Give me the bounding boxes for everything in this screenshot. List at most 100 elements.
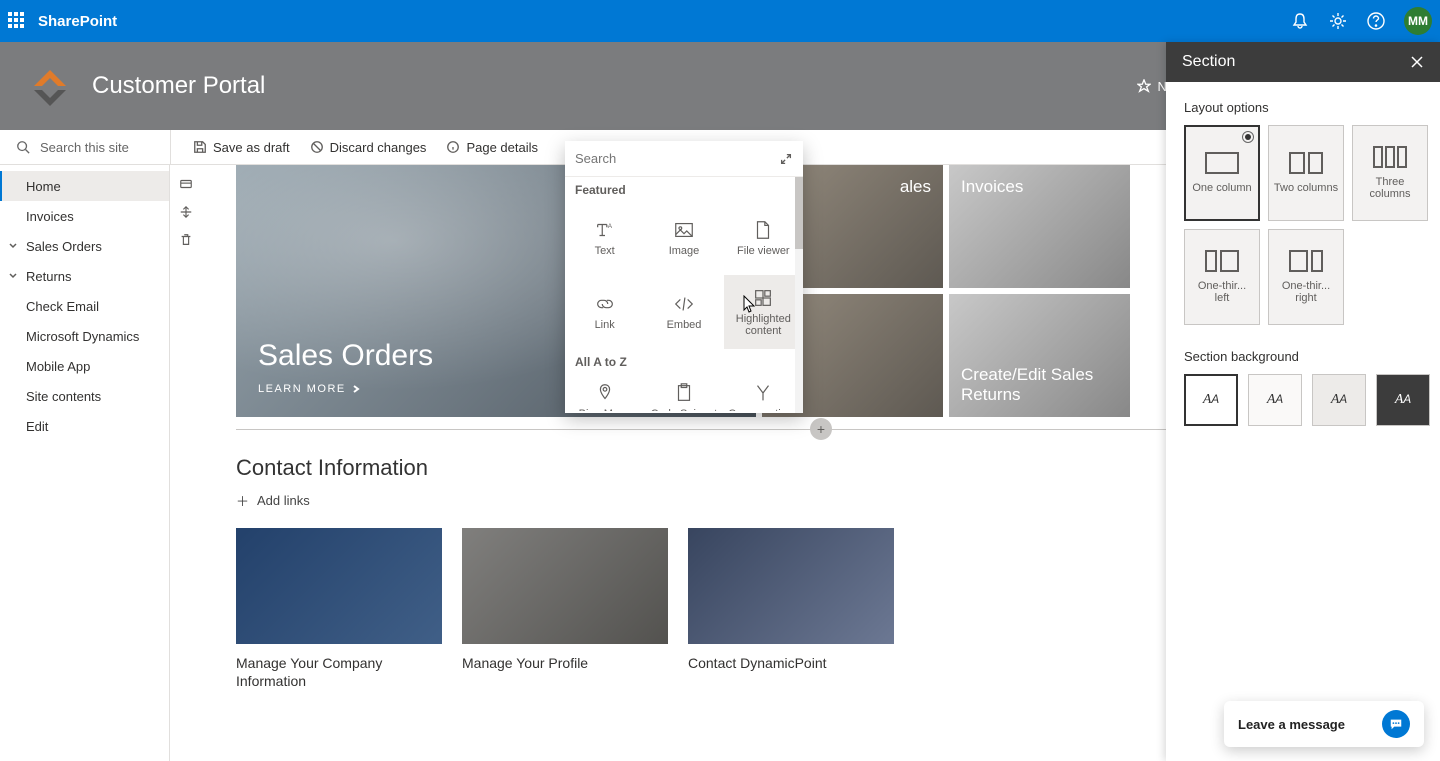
- picker-scrollbar-thumb[interactable]: [795, 177, 803, 249]
- swatch-sample: AA: [1203, 392, 1219, 408]
- page-details-button[interactable]: Page details: [446, 140, 538, 155]
- discard-label: Discard changes: [330, 140, 427, 155]
- nav-label: Sales Orders: [26, 239, 102, 254]
- picker-item-label: Image: [669, 245, 700, 257]
- hero-tile-invoices[interactable]: Invoices: [949, 165, 1130, 288]
- chat-bubble-icon: [1382, 710, 1410, 738]
- contact-card[interactable]: Manage Your Company Information: [236, 528, 442, 690]
- picker-item-highlighted-content[interactable]: Highlighted content: [724, 275, 803, 349]
- chevron-right-icon: [352, 385, 360, 393]
- embed-icon: [673, 293, 695, 315]
- add-links-label: Add links: [257, 493, 310, 508]
- layout-one-column[interactable]: One column: [1184, 125, 1260, 221]
- user-avatar[interactable]: MM: [1404, 7, 1432, 35]
- nav-site-contents[interactable]: Site contents: [0, 381, 169, 411]
- settings-icon[interactable]: [1328, 11, 1348, 31]
- picker-item-link[interactable]: Link: [565, 275, 644, 349]
- picker-item-label: Text: [595, 245, 615, 257]
- layout-two-columns[interactable]: Two columns: [1268, 125, 1344, 221]
- contact-card[interactable]: Contact DynamicPoint: [688, 528, 894, 690]
- search-input[interactable]: Search this site: [0, 130, 170, 164]
- layout-label: One-thir... left: [1189, 280, 1255, 304]
- layout-three-columns[interactable]: Three columns: [1352, 125, 1428, 221]
- webpart-picker: Featured A Text Image File viewer Link E…: [565, 141, 803, 413]
- layout-one-third-right[interactable]: One-thir... right: [1268, 229, 1344, 325]
- bg-swatch-none[interactable]: AA: [1184, 374, 1238, 426]
- nav-sales-orders[interactable]: Sales Orders: [0, 231, 169, 261]
- move-section-icon[interactable]: [179, 205, 193, 219]
- layout-one-third-left[interactable]: One-thir... left: [1184, 229, 1260, 325]
- chevron-down-icon: [8, 241, 18, 251]
- site-logo[interactable]: [28, 64, 72, 108]
- picker-item-label: Bing Maps: [579, 408, 631, 411]
- picker-all-label: All A to Z: [565, 349, 803, 373]
- learn-more-label: LEARN MORE: [258, 383, 346, 395]
- bg-swatch-soft[interactable]: AA: [1312, 374, 1366, 426]
- picker-item-image[interactable]: Image: [644, 201, 723, 275]
- site-title[interactable]: Customer Portal: [92, 72, 265, 100]
- layout-label: One-thir... right: [1273, 280, 1339, 304]
- layout-options-label: Layout options: [1184, 100, 1422, 115]
- picker-search-row: [565, 141, 803, 177]
- picker-item-text[interactable]: A Text: [565, 201, 644, 275]
- picker-item-codesnippet[interactable]: Code Snippet: [644, 373, 723, 411]
- notifications-icon[interactable]: [1290, 11, 1310, 31]
- picker-item-fileviewer[interactable]: File viewer: [724, 201, 803, 275]
- app-launcher-icon[interactable]: [8, 12, 26, 30]
- bg-swatch-strong[interactable]: AA: [1376, 374, 1430, 426]
- suite-product-name[interactable]: SharePoint: [38, 13, 117, 30]
- layout-icon: [1205, 152, 1239, 174]
- nav-returns[interactable]: Returns: [0, 261, 169, 291]
- save-draft-button[interactable]: Save as draft: [193, 140, 290, 155]
- link-icon: [594, 293, 616, 315]
- hero-tile-returns[interactable]: Create/Edit Sales Returns: [949, 294, 1130, 417]
- layout-label: One column: [1192, 182, 1251, 194]
- swatch-sample: AA: [1395, 392, 1411, 408]
- delete-section-icon[interactable]: [179, 233, 193, 247]
- map-pin-icon: [594, 382, 616, 404]
- picker-item-conversations[interactable]: Conversations: [724, 373, 803, 411]
- close-icon[interactable]: [1410, 55, 1424, 69]
- picker-item-bingmaps[interactable]: Bing Maps: [565, 373, 644, 411]
- card-title: Manage Your Company Information: [236, 654, 442, 690]
- nav-invoices[interactable]: Invoices: [0, 201, 169, 231]
- nav-dynamics[interactable]: Microsoft Dynamics: [0, 321, 169, 351]
- plus-icon: ＋: [236, 491, 249, 510]
- panel-title: Section: [1182, 53, 1235, 71]
- picker-item-label: Code Snippet: [651, 408, 718, 411]
- tile-label: ales: [900, 177, 931, 197]
- picker-search-input[interactable]: [575, 151, 779, 166]
- chevron-down-icon: [8, 271, 18, 281]
- card-image: [462, 528, 668, 644]
- edit-section-icon[interactable]: [179, 177, 193, 191]
- picker-item-embed[interactable]: Embed: [644, 275, 723, 349]
- search-icon: [16, 140, 30, 154]
- section-toolbar: [170, 165, 202, 761]
- nav-label: Returns: [26, 269, 72, 284]
- section-settings-panel: Section Layout options One column Two co…: [1166, 42, 1440, 761]
- nav-mobile-app[interactable]: Mobile App: [0, 351, 169, 381]
- picker-item-label: Embed: [667, 319, 702, 331]
- save-draft-label: Save as draft: [213, 140, 290, 155]
- yammer-icon: [752, 382, 774, 404]
- left-navigation: Home Invoices Sales Orders Returns Check…: [0, 165, 170, 761]
- text-icon: A: [594, 219, 616, 241]
- clipboard-icon: [673, 382, 695, 404]
- nav-edit[interactable]: Edit: [0, 411, 169, 441]
- nav-home[interactable]: Home: [0, 171, 169, 201]
- tile-label: Create/Edit Sales Returns: [961, 365, 1118, 405]
- card-image: [236, 528, 442, 644]
- help-icon[interactable]: [1366, 11, 1386, 31]
- layout-icon: [1205, 250, 1239, 272]
- card-image: [688, 528, 894, 644]
- nav-label: Microsoft Dynamics: [26, 329, 139, 344]
- picker-item-label: Highlighted content: [728, 313, 799, 337]
- contact-card[interactable]: Manage Your Profile: [462, 528, 668, 690]
- layout-icon: [1373, 146, 1407, 168]
- nav-check-email[interactable]: Check Email: [0, 291, 169, 321]
- discard-button[interactable]: Discard changes: [310, 140, 427, 155]
- chat-widget[interactable]: Leave a message: [1224, 701, 1424, 747]
- bg-swatch-neutral[interactable]: AA: [1248, 374, 1302, 426]
- expand-icon[interactable]: [779, 152, 793, 166]
- add-section-button[interactable]: +: [810, 418, 832, 440]
